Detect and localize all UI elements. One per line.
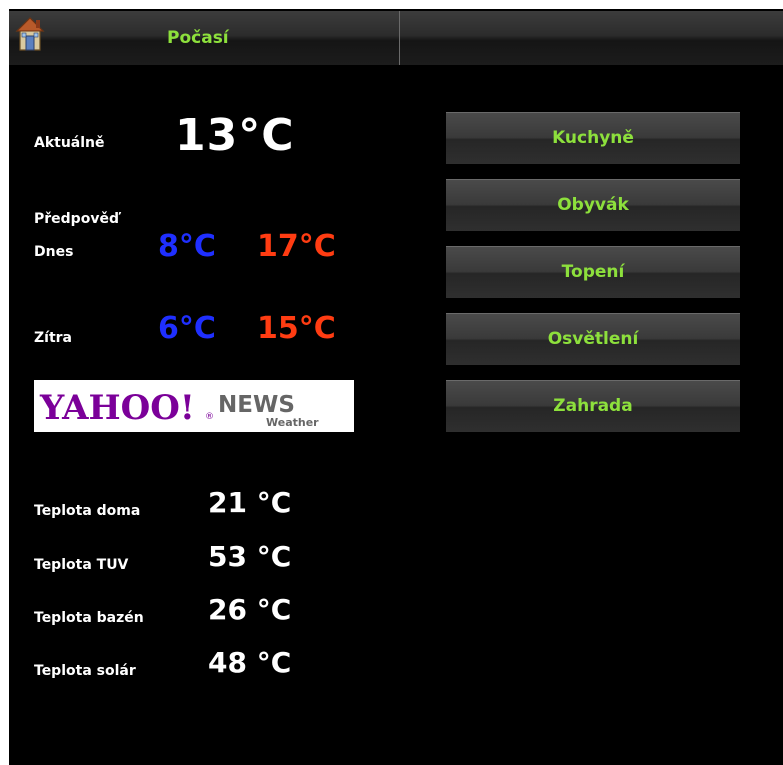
weather-wordmark: Weather [266, 416, 319, 429]
current-temperature: 13°C [175, 110, 295, 161]
yahoo-logo-graphic: YAHOO! ® NEWS Weather [39, 388, 319, 429]
solar-temp-value: 48 °C [208, 646, 292, 679]
top-bar: Počasí [9, 11, 783, 65]
top-bar-left: Počasí [9, 11, 400, 65]
house-temp-label: Teplota doma [34, 503, 141, 519]
top-bar-right [400, 11, 783, 65]
today-max-temperature: 17°C [257, 229, 336, 264]
kitchen-button[interactable]: Kuchyně [446, 112, 740, 164]
pool-temp-value: 26 °C [208, 593, 292, 626]
lighting-button[interactable]: Osvětlení [446, 313, 740, 365]
house-temp-value: 21 °C [208, 486, 292, 519]
forecast-heading: Předpověď [34, 211, 119, 227]
solar-temp-label: Teplota solár [34, 663, 136, 679]
pool-temp-label: Teplota bazén [34, 610, 144, 626]
tomorrow-max-temperature: 15°C [257, 311, 336, 346]
living-room-button[interactable]: Obyvák [446, 179, 740, 231]
tuv-temp-label: Teplota TUV [34, 557, 129, 573]
house-icon [15, 17, 45, 51]
tuv-temp-value: 53 °C [208, 540, 292, 573]
news-wordmark: NEWS [218, 392, 295, 418]
weather-screen: Počasí Aktuálně 13°C Předpověď Dnes 8°C … [9, 9, 783, 765]
page-title: Počasí [167, 28, 229, 48]
yahoo-news-weather-logo[interactable]: YAHOO! ® NEWS Weather [34, 380, 354, 432]
registered-mark: ® [205, 412, 214, 422]
yahoo-wordmark: YAHOO! [39, 388, 195, 428]
garden-button[interactable]: Zahrada [446, 380, 740, 432]
today-min-temperature: 8°C [158, 229, 216, 264]
tomorrow-min-temperature: 6°C [158, 311, 216, 346]
tomorrow-label: Zítra [34, 330, 72, 346]
home-button[interactable] [15, 17, 45, 51]
today-label: Dnes [34, 244, 74, 260]
heating-button[interactable]: Topení [446, 246, 740, 298]
current-label: Aktuálně [34, 135, 105, 151]
